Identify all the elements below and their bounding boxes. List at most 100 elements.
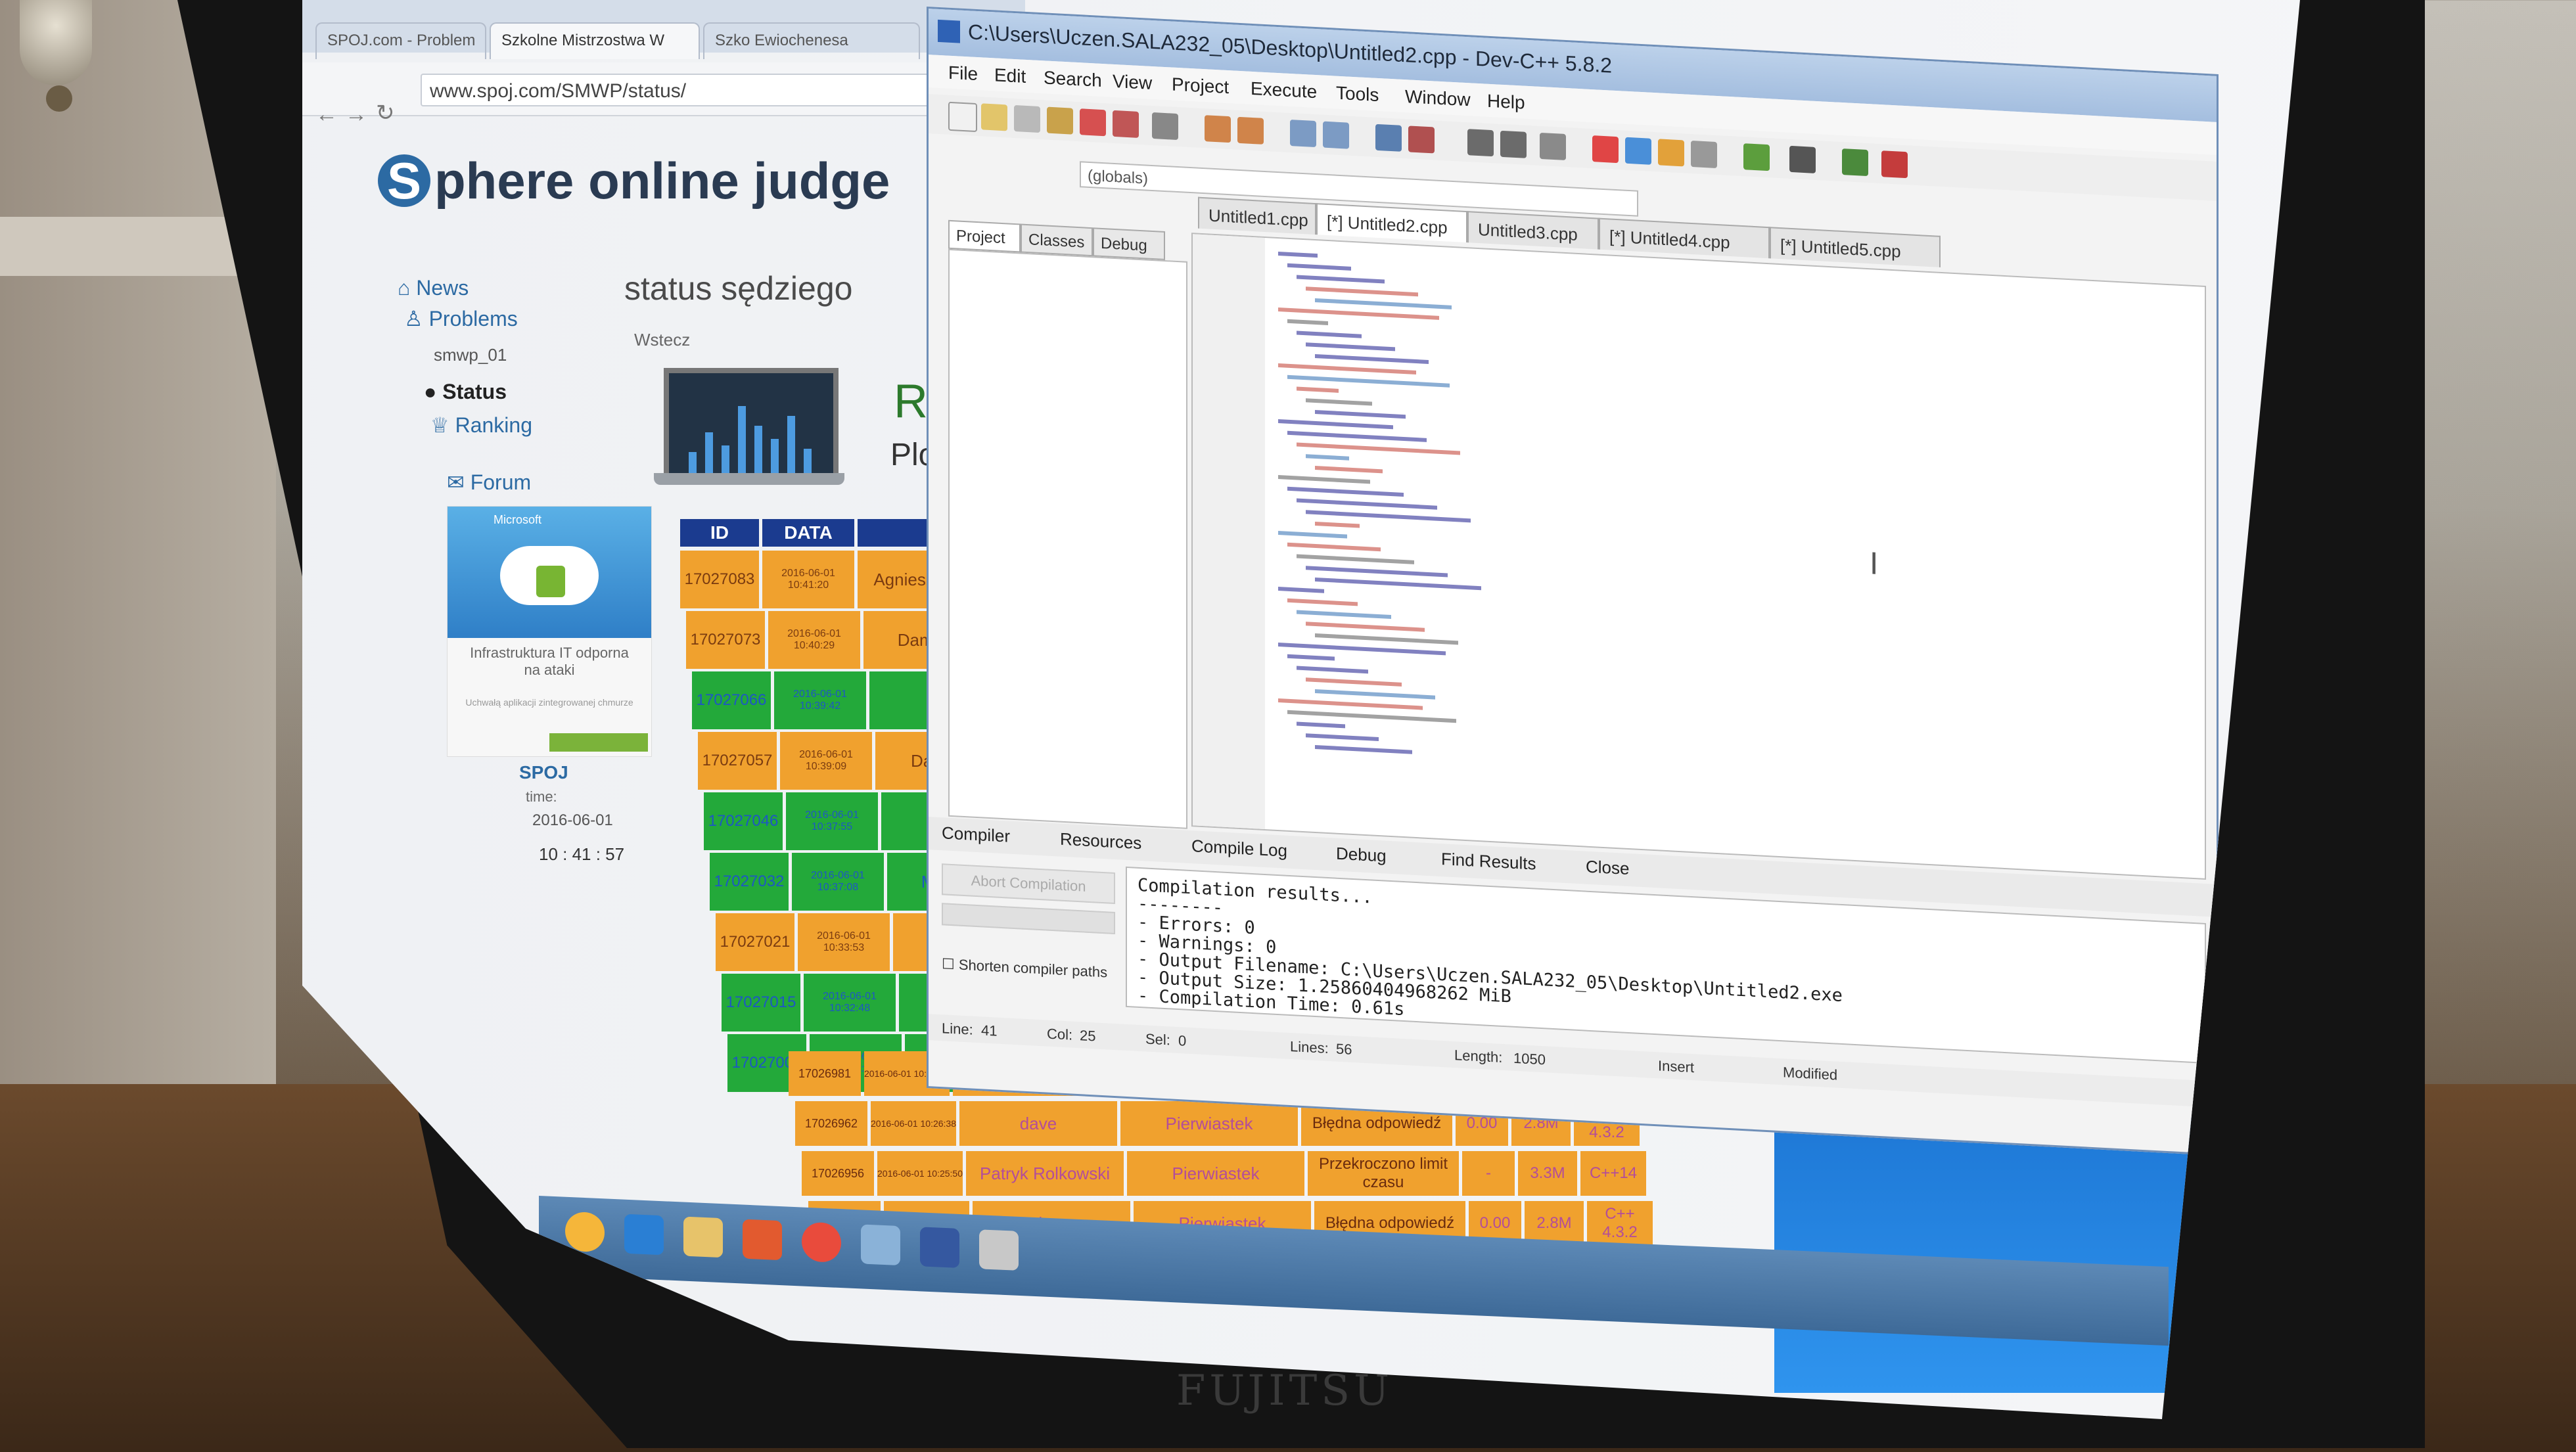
menu-file[interactable]: File — [948, 62, 978, 85]
menu-search[interactable]: Search — [1044, 67, 1102, 91]
stop-icon[interactable] — [1789, 145, 1816, 173]
menu-forum[interactable]: ✉ Forum — [447, 470, 531, 495]
compile-icon[interactable] — [1592, 135, 1619, 164]
project-pane[interactable] — [948, 248, 1187, 829]
menu-tools[interactable]: Tools — [1336, 83, 1379, 106]
file-tab[interactable]: Untitled3.cpp — [1467, 211, 1599, 250]
advertisement[interactable]: Microsoft Infrastruktura IT odporna na a… — [447, 506, 652, 757]
chrome-icon[interactable] — [802, 1221, 841, 1263]
goto-forward-icon[interactable] — [1500, 130, 1527, 158]
status-state: Modified — [1783, 1064, 1838, 1083]
redo-icon[interactable] — [1237, 116, 1264, 145]
tab-debug-bottom[interactable]: Debug — [1336, 844, 1387, 867]
code-line — [1278, 643, 1446, 656]
menu-status[interactable]: ● Status — [424, 380, 507, 404]
save-all-icon[interactable] — [1047, 106, 1073, 135]
address-bar[interactable]: www.spoj.com/SMWP/status/ — [421, 74, 946, 106]
cell-problem[interactable]: Pierwiastek — [1127, 1151, 1304, 1196]
file-tab[interactable]: [*] Untitled4.cpp — [1599, 217, 1770, 259]
close-all-icon[interactable] — [1113, 110, 1139, 138]
file-tab[interactable]: Untitled1.cpp — [1198, 196, 1316, 235]
file-tab[interactable]: [*] Untitled5.cpp — [1770, 227, 1941, 267]
close-file-icon[interactable] — [1080, 108, 1106, 137]
code-line — [1306, 733, 1379, 742]
sidebar-spoj: SPOJ — [519, 762, 568, 783]
bookmark-icon[interactable] — [1540, 132, 1566, 160]
devcpp-window[interactable]: C:\Users\Uczen.SALA232_05\Desktop\Untitl… — [927, 7, 2219, 1156]
abort-compilation-button[interactable]: Abort Compilation — [942, 863, 1115, 905]
ad-button[interactable] — [549, 733, 648, 752]
menu-view[interactable]: View — [1113, 71, 1152, 94]
code-editor[interactable]: I — [1191, 233, 2206, 880]
back-link[interactable]: Wstecz — [634, 330, 690, 350]
lamp — [20, 0, 92, 85]
line-gutter — [1193, 234, 1265, 829]
menu-smwp01[interactable]: smwp_01 — [434, 345, 507, 365]
check-icon[interactable] — [1743, 143, 1770, 171]
devcpp-taskbar-icon[interactable] — [920, 1227, 959, 1268]
status-length: 1050 — [1513, 1049, 1546, 1068]
window-icon[interactable] — [979, 1229, 1019, 1271]
menu-execute[interactable]: Execute — [1251, 78, 1317, 102]
cell-date: 2016-06-01 10:26:38 — [871, 1101, 956, 1146]
cell-user[interactable]: Patryk Rolkowski — [966, 1151, 1124, 1196]
menu-problems[interactable]: ♙ Problems — [404, 306, 518, 331]
goto-back-icon[interactable] — [1467, 129, 1494, 157]
time-label: time: — [526, 788, 557, 805]
find-icon[interactable] — [1290, 119, 1316, 148]
cell-user[interactable]: dave — [959, 1101, 1117, 1146]
code-line — [1287, 430, 1427, 442]
chart-icon[interactable] — [1842, 148, 1868, 177]
cell-problem[interactable]: Pierwiastek — [1120, 1101, 1298, 1146]
indent-icon[interactable] — [1375, 124, 1402, 152]
menu-project[interactable]: Project — [1172, 74, 1229, 99]
shorten-paths-checkbox[interactable]: ☐ Shorten compiler paths — [942, 955, 1107, 981]
cell-date: 2016-06-01 10:37:55 — [786, 792, 878, 850]
ie-icon[interactable] — [624, 1214, 664, 1256]
print-icon[interactable] — [1152, 112, 1178, 141]
browser-tab[interactable]: SPOJ.com - Problem — [315, 22, 486, 59]
back-icon[interactable]: ← — [315, 102, 338, 127]
rebuild-icon[interactable] — [1691, 140, 1717, 169]
menu-edit[interactable]: Edit — [994, 64, 1026, 87]
browser-tab-active[interactable]: Szkolne Mistrzostwa W — [490, 22, 700, 59]
tab-compile-log[interactable]: Compile Log — [1191, 836, 1287, 861]
new-file-icon[interactable] — [948, 101, 977, 133]
menu-help[interactable]: Help — [1487, 91, 1525, 114]
start-icon[interactable] — [565, 1211, 605, 1253]
code-line — [1306, 398, 1372, 406]
profile-icon[interactable] — [1881, 150, 1908, 179]
status-line: 41 — [981, 1022, 998, 1039]
cell-id: 17026962 — [795, 1101, 867, 1146]
code-line — [1287, 263, 1351, 271]
forward-icon[interactable]: → — [345, 102, 367, 127]
menu-news[interactable]: ⌂ News — [398, 276, 469, 300]
replace-icon[interactable] — [1323, 121, 1349, 149]
tab-close[interactable]: Close — [1586, 857, 1629, 879]
menu-ranking[interactable]: ♕ Ranking — [430, 413, 532, 438]
code-line — [1278, 475, 1370, 484]
cell-id: 17026956 — [802, 1151, 874, 1196]
code-line — [1297, 610, 1391, 620]
tab-find-results[interactable]: Find Results — [1441, 849, 1536, 874]
tab-resources[interactable]: Resources — [1060, 829, 1141, 854]
compile-run-icon[interactable] — [1658, 139, 1684, 167]
cell-date: 2016-06-01 10:41:20 — [762, 551, 854, 608]
run-icon[interactable] — [1625, 137, 1651, 165]
media-icon[interactable] — [743, 1219, 782, 1261]
file-tab-active[interactable]: [*] Untitled2.cpp — [1316, 203, 1467, 243]
menu-window[interactable]: Window — [1405, 86, 1471, 110]
open-icon[interactable] — [981, 103, 1007, 131]
reload-icon[interactable]: ↻ — [376, 100, 395, 126]
save-icon[interactable] — [1014, 104, 1040, 133]
tab-debug[interactable]: Debug — [1093, 227, 1165, 261]
undo-icon[interactable] — [1205, 115, 1231, 143]
tab-compiler[interactable]: Compiler — [942, 823, 1010, 846]
folder-icon[interactable] — [683, 1216, 723, 1258]
tab-classes[interactable]: Classes — [1021, 223, 1093, 257]
unindent-icon[interactable] — [1408, 125, 1435, 154]
browser-tab[interactable]: Szko Ewiochenesa — [703, 22, 920, 59]
app-icon[interactable] — [861, 1224, 900, 1266]
tab-project[interactable]: Project — [948, 219, 1021, 253]
spoj-logo[interactable]: Sphere online judge — [378, 151, 890, 211]
